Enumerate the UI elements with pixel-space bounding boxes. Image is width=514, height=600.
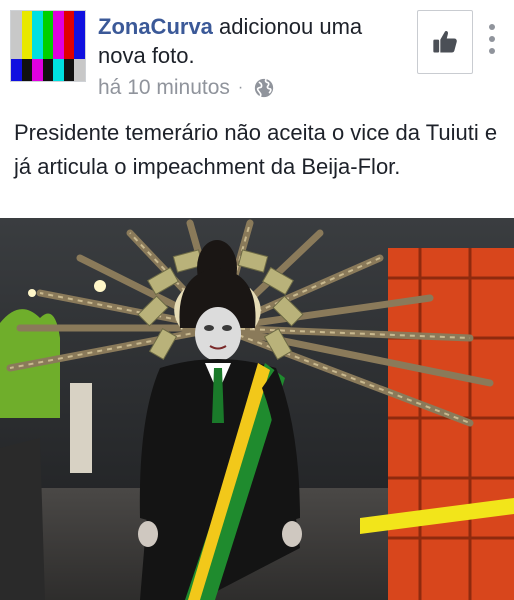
avatar-test-pattern-bottom — [11, 58, 85, 81]
avatar-color-block — [42, 58, 54, 81]
avatar-test-pattern-bars — [11, 11, 85, 59]
thumbs-up-icon — [433, 31, 457, 53]
avatar-color-block — [63, 58, 75, 81]
post-author-line: ZonaCurva adicionou uma nova foto. — [98, 12, 398, 70]
globe-icon[interactable] — [253, 77, 275, 99]
avatar-color-bar — [74, 11, 85, 59]
author-name-link[interactable]: ZonaCurva — [98, 14, 213, 39]
avatar-color-block — [32, 58, 43, 81]
post-caption: Presidente temerário não aceita o vice d… — [14, 120, 498, 179]
post-meta: há 10 minutos · — [98, 76, 275, 100]
avatar-color-bar — [42, 11, 54, 59]
meta-separator: · — [237, 79, 244, 96]
avatar-color-bar — [32, 11, 43, 59]
avatar-color-block — [53, 58, 64, 81]
avatar-color-bar — [63, 11, 75, 59]
post-photo[interactable] — [0, 218, 514, 600]
post-header: ZonaCurva adicionou uma nova foto. há 10… — [0, 0, 514, 112]
carnival-costume-photo — [0, 218, 514, 600]
more-vertical-icon-dot — [489, 36, 495, 42]
avatar-color-bar — [53, 11, 64, 59]
more-options-button[interactable] — [482, 24, 502, 54]
page-avatar[interactable] — [10, 10, 86, 82]
like-button[interactable] — [417, 10, 473, 74]
avatar-color-block — [21, 58, 33, 81]
avatar-color-block — [74, 58, 85, 81]
more-vertical-icon-dot — [489, 24, 495, 30]
avatar-color-block — [11, 58, 22, 81]
avatar-color-bar — [11, 11, 22, 59]
post-timestamp[interactable]: há 10 minutos — [98, 76, 230, 100]
more-vertical-icon-dot — [489, 48, 495, 54]
avatar-color-bar — [21, 11, 33, 59]
